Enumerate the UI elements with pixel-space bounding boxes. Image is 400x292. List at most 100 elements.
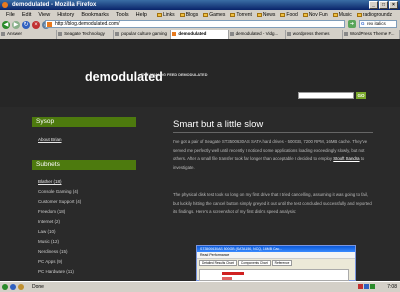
back-icon[interactable]: ◀ bbox=[2, 20, 10, 29]
site-favicon-icon bbox=[47, 22, 52, 27]
folder-icon bbox=[302, 12, 308, 17]
post-title[interactable]: Smart but a little slow bbox=[173, 119, 263, 130]
sidebar-item[interactable]: Music (12) bbox=[38, 239, 59, 244]
menu-help[interactable]: Help bbox=[133, 12, 150, 18]
screenshot-tab: Detailed Results Chart bbox=[199, 260, 237, 266]
tab-answer[interactable]: Answer bbox=[0, 30, 58, 39]
folder-icon bbox=[230, 12, 236, 17]
post-screenshot: ST3500630AS 500GB (SATA150, NCQ, 16MB Ca… bbox=[196, 245, 356, 281]
stop-icon[interactable]: × bbox=[32, 20, 40, 29]
tab-popular-culture[interactable]: popular culture gaming bbox=[114, 30, 172, 39]
bookmark-folder[interactable]: Nov Fun bbox=[301, 12, 330, 18]
tray-icon[interactable] bbox=[364, 284, 369, 289]
tab-favicon-icon bbox=[343, 32, 348, 36]
window-title: demodulated - Mozilla Firefox bbox=[12, 2, 97, 8]
sidebar-item[interactable]: Freedom (18) bbox=[38, 209, 65, 214]
maximize-button[interactable]: □ bbox=[379, 1, 388, 9]
site-search-button[interactable]: GO bbox=[356, 92, 366, 99]
folder-icon bbox=[332, 12, 338, 17]
folder-icon bbox=[280, 12, 286, 17]
search-input[interactable]: G rex italics bbox=[359, 20, 397, 28]
screenshot-tabs: Detailed Results Chart Components Chart … bbox=[197, 259, 355, 267]
bookmark-folder[interactable]: Blogs bbox=[178, 12, 201, 18]
reload-icon[interactable]: ↻ bbox=[22, 20, 30, 29]
tab-demodulated[interactable]: demodulated bbox=[171, 30, 229, 39]
site-search-input[interactable] bbox=[298, 92, 354, 99]
bookmarks-toolbar: Links Blogs Games Torrent News Food Nov … bbox=[155, 10, 394, 19]
folder-icon bbox=[256, 12, 262, 17]
bookmark-folder[interactable]: Torrent bbox=[228, 12, 254, 18]
screenshot-tab: Components Chart bbox=[237, 260, 271, 266]
bookmark-folder[interactable]: Links bbox=[155, 12, 177, 18]
menu-view[interactable]: View bbox=[35, 12, 53, 18]
post-divider bbox=[173, 132, 373, 133]
system-tray bbox=[358, 284, 375, 289]
sidebar-link-about[interactable]: About Brian bbox=[38, 137, 62, 142]
tab-favicon-icon bbox=[286, 32, 291, 36]
minimize-button[interactable]: _ bbox=[369, 1, 378, 9]
sidebar-heading-subnets: Subnets bbox=[32, 160, 136, 170]
status-text: Done bbox=[32, 284, 44, 290]
status-icon bbox=[18, 284, 24, 290]
google-icon: G bbox=[361, 21, 365, 26]
folder-icon bbox=[157, 12, 162, 17]
go-icon[interactable]: ➜ bbox=[348, 20, 356, 28]
sidebar-heading-sysop: Sysop bbox=[32, 117, 136, 127]
address-url: http://blog.demodulated.com/ bbox=[55, 21, 120, 27]
screenshot-bar bbox=[222, 272, 244, 275]
sidebar-item[interactable]: Internet (2) bbox=[38, 219, 60, 224]
page-content: demodulated THE ANALOG FEED DEMODULATED … bbox=[0, 39, 400, 281]
menu-file[interactable]: File bbox=[3, 12, 18, 18]
sidebar-item[interactable]: Console Gaming (4) bbox=[38, 189, 78, 194]
sidebar-item[interactable]: Nerdiness (15) bbox=[38, 249, 68, 254]
bookmark-folder[interactable]: Music bbox=[331, 12, 354, 18]
status-icon bbox=[10, 284, 16, 290]
navigation-toolbar: ◀ ▶ ↻ × ⌂ http://blog.demodulated.com/ ➜… bbox=[0, 19, 400, 30]
screenshot-bar bbox=[222, 277, 232, 280]
sidebar-item[interactable]: PC Apps (9) bbox=[38, 259, 62, 264]
folder-icon bbox=[179, 12, 185, 17]
menu-tools[interactable]: Tools bbox=[113, 12, 132, 18]
tab-wordpress-themes[interactable]: wordpress themes bbox=[285, 30, 343, 39]
menu-bookmarks[interactable]: Bookmarks bbox=[78, 12, 112, 18]
tab-seagate[interactable]: Seagate Technology bbox=[57, 30, 115, 39]
tray-icon[interactable] bbox=[358, 284, 363, 289]
sidebar-item[interactable]: PC Hardware (11) bbox=[38, 269, 74, 274]
tab-favicon-icon bbox=[1, 32, 5, 36]
window-controls: _ □ × bbox=[369, 1, 398, 9]
tab-demodulated-vidg[interactable]: demodulated - Vidg... bbox=[228, 30, 286, 39]
search-value: rex italics bbox=[367, 21, 386, 26]
tab-strip: Answer Seagate Technology popular cultur… bbox=[0, 30, 400, 39]
menu-history[interactable]: History bbox=[54, 12, 77, 18]
tab-favicon-icon bbox=[229, 32, 234, 36]
bookmark-folder[interactable]: radiogroundz bbox=[355, 12, 394, 18]
screenshot-results-grid bbox=[199, 269, 349, 281]
tab-favicon-icon bbox=[172, 32, 177, 36]
status-icon bbox=[2, 284, 8, 290]
address-bar[interactable]: http://blog.demodulated.com/ bbox=[45, 20, 345, 28]
screenshot-tab: Reference bbox=[271, 260, 293, 266]
tray-icon[interactable] bbox=[370, 284, 375, 289]
status-bar: Done 7:08 bbox=[0, 281, 400, 292]
sandra-link[interactable]: Stooft Sandra bbox=[333, 156, 359, 161]
sidebar-item[interactable]: Law (10) bbox=[38, 229, 56, 234]
window-titlebar: demodulated - Mozilla Firefox _ □ × bbox=[0, 0, 400, 10]
site-tagline: THE ANALOG FEED DEMODULATED bbox=[141, 73, 208, 77]
bookmark-folder[interactable]: Games bbox=[201, 12, 227, 18]
clock: 7:08 bbox=[387, 284, 397, 290]
sidebar-item[interactable]: Blather (18) bbox=[38, 179, 62, 184]
menu-edit[interactable]: Edit bbox=[19, 12, 34, 18]
tab-favicon-icon bbox=[58, 32, 63, 36]
tab-wordpress-theme-f[interactable]: WordPress Theme F... bbox=[342, 30, 400, 39]
bookmark-folder[interactable]: News bbox=[255, 12, 278, 18]
folder-icon bbox=[203, 12, 209, 17]
screenshot-subtitle: Read Performance bbox=[197, 252, 355, 259]
post-paragraph: The physical disk test took so long on m… bbox=[173, 192, 372, 214]
folder-icon bbox=[356, 12, 362, 17]
forward-icon[interactable]: ▶ bbox=[12, 20, 20, 29]
firefox-icon bbox=[2, 2, 8, 8]
tab-favicon-icon bbox=[115, 32, 120, 36]
bookmark-folder[interactable]: Food bbox=[278, 12, 299, 18]
sidebar-item[interactable]: Customer Support (4) bbox=[38, 199, 81, 204]
close-button[interactable]: × bbox=[389, 1, 398, 9]
